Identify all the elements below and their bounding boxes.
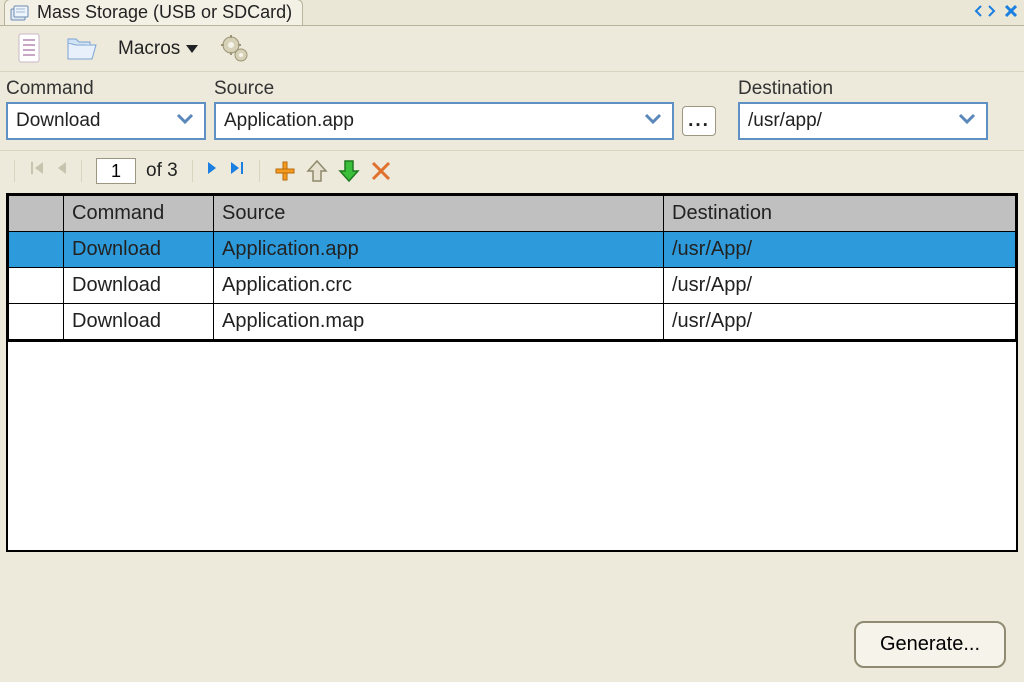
- cell-source: Application.map: [214, 304, 664, 340]
- generate-button[interactable]: Generate...: [854, 621, 1006, 668]
- first-page-icon: [29, 160, 45, 182]
- browse-button[interactable]: ...: [682, 106, 716, 136]
- browse-label: ...: [688, 110, 710, 132]
- last-page-icon[interactable]: [229, 160, 245, 182]
- source-label: Source: [214, 78, 674, 100]
- macros-button[interactable]: Macros: [110, 28, 206, 70]
- source-value: Application.app: [224, 110, 354, 132]
- nav-arrows-icon[interactable]: [974, 2, 996, 24]
- cell-command: Download: [64, 268, 214, 304]
- cell-source: Application.crc: [214, 268, 664, 304]
- page-number-input[interactable]: [96, 158, 136, 184]
- cell-source: Application.app: [214, 232, 664, 268]
- document-stack-icon: [9, 4, 31, 22]
- page-total: of 3: [146, 160, 178, 182]
- close-icon[interactable]: [1004, 2, 1018, 24]
- toolbar: Macros: [0, 26, 1024, 72]
- table-row[interactable]: DownloadApplication.crc/usr/App/: [9, 268, 1016, 304]
- command-value: Download: [16, 110, 101, 132]
- destination-label: Destination: [738, 78, 988, 100]
- rows-table: Command Source Destination DownloadAppli…: [6, 193, 1018, 342]
- add-row-button[interactable]: [274, 160, 296, 182]
- chevron-down-icon: [186, 45, 198, 53]
- chevron-down-icon: [956, 110, 978, 132]
- new-file-button[interactable]: [6, 28, 52, 70]
- row-selector[interactable]: [9, 304, 64, 340]
- destination-select[interactable]: /usr/app/: [738, 102, 988, 140]
- table-row[interactable]: DownloadApplication.map/usr/App/: [9, 304, 1016, 340]
- move-down-button[interactable]: [338, 159, 360, 183]
- header-source: Source: [214, 196, 664, 232]
- cell-command: Download: [64, 232, 214, 268]
- header-select: [9, 196, 64, 232]
- settings-button[interactable]: [212, 28, 258, 70]
- tab-mass-storage[interactable]: Mass Storage (USB or SDCard): [4, 0, 303, 25]
- command-select[interactable]: Download: [6, 102, 206, 140]
- table-empty-area: [6, 342, 1018, 552]
- table-row[interactable]: DownloadApplication.app/usr/App/: [9, 232, 1016, 268]
- row-selector[interactable]: [9, 232, 64, 268]
- command-label: Command: [6, 78, 206, 100]
- tab-title: Mass Storage (USB or SDCard): [37, 2, 292, 23]
- chevron-down-icon: [174, 110, 196, 132]
- macros-label: Macros: [118, 38, 180, 60]
- cell-destination: /usr/App/: [664, 268, 1016, 304]
- destination-value: /usr/app/: [748, 110, 822, 132]
- cell-command: Download: [64, 304, 214, 340]
- cell-destination: /usr/App/: [664, 304, 1016, 340]
- move-up-button[interactable]: [306, 159, 328, 183]
- next-page-icon[interactable]: [207, 160, 219, 182]
- row-selector[interactable]: [9, 268, 64, 304]
- header-destination: Destination: [664, 196, 1016, 232]
- chevron-down-icon: [642, 110, 664, 132]
- prev-page-icon: [55, 160, 67, 182]
- open-folder-button[interactable]: [58, 28, 104, 70]
- delete-row-button[interactable]: [370, 160, 392, 182]
- header-command: Command: [64, 196, 214, 232]
- source-select[interactable]: Application.app: [214, 102, 674, 140]
- cell-destination: /usr/App/: [664, 232, 1016, 268]
